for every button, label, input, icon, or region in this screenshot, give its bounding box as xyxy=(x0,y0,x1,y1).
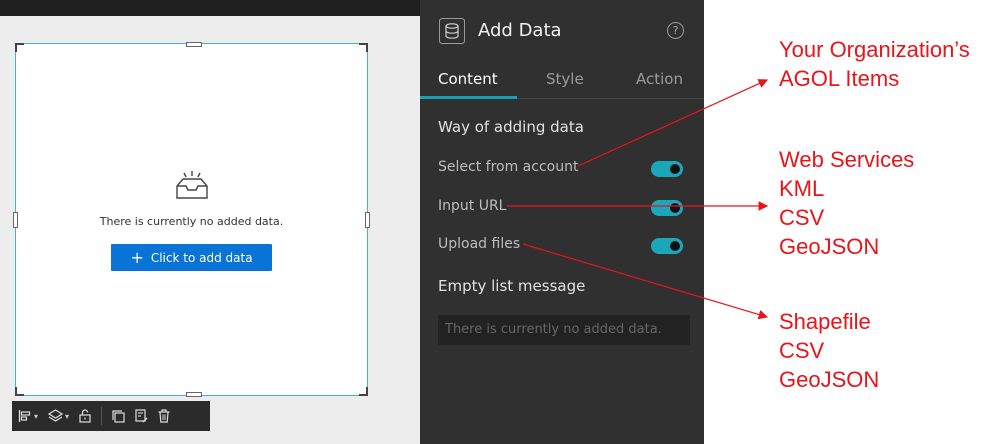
database-icon xyxy=(439,18,465,44)
annotation-line: KML xyxy=(779,176,825,201)
lock-icon xyxy=(79,409,91,423)
builder-canvas: There is currently no added data. + Clic… xyxy=(0,0,420,444)
toolbar-divider xyxy=(101,407,103,425)
active-tab-indicator xyxy=(420,96,517,99)
annotation-line: Web Services xyxy=(779,147,915,172)
duplicate-button[interactable] xyxy=(112,409,125,423)
toggle-select-from-account[interactable] xyxy=(651,161,683,177)
align-icon xyxy=(18,410,31,422)
chevron-down-icon: ▾ xyxy=(34,411,39,421)
corner-handle-bottom-right[interactable] xyxy=(359,387,368,396)
annotation-line: Your Organization’s xyxy=(779,37,970,62)
annotation-line: CSV xyxy=(779,205,825,230)
empty-inbox-icon xyxy=(176,171,208,199)
add-data-button-label: Click to add data xyxy=(150,250,253,265)
corner-handle-top-left[interactable] xyxy=(15,43,24,52)
corner-handle-top-right[interactable] xyxy=(359,43,368,52)
annotation-line: GeoJSON xyxy=(779,234,880,259)
annotation-url-types: Web Services KML CSV GeoJSON xyxy=(779,145,914,261)
settings-panel: Add Data ? Content Style Action Way of a… xyxy=(420,0,704,444)
widget-toolbar: ▾ ▾ xyxy=(12,401,210,431)
resize-handle-bottom[interactable] xyxy=(186,392,202,397)
annotation-line: GeoJSON xyxy=(779,367,880,392)
annotation-line: Shapefile xyxy=(779,309,871,334)
lock-button[interactable] xyxy=(79,409,91,423)
option-label-select-from-account: Select from account xyxy=(438,159,579,175)
panel-tabs: Content Style Action xyxy=(420,62,704,99)
empty-list-message-input[interactable]: There is currently no added data. xyxy=(438,315,690,345)
option-label-upload-files: Upload files xyxy=(438,236,521,252)
delete-button[interactable] xyxy=(158,409,170,423)
help-icon[interactable]: ? xyxy=(667,22,684,39)
click-to-add-data-button[interactable]: + Click to add data xyxy=(111,244,272,271)
tab-content[interactable]: Content xyxy=(438,70,498,88)
layers-icon xyxy=(48,409,64,422)
panel-title: Add Data xyxy=(478,20,562,41)
annotation-file-types: Shapefile CSV GeoJSON xyxy=(779,307,879,394)
toggle-upload-files[interactable] xyxy=(651,238,683,254)
resize-handle-top[interactable] xyxy=(186,42,202,47)
option-label-input-url: Input URL xyxy=(438,198,507,214)
annotation-line: AGOL Items xyxy=(779,66,900,91)
canvas-top-bar xyxy=(0,0,420,16)
panel-header: Add Data ? xyxy=(420,0,704,60)
delete-icon xyxy=(158,409,170,423)
plus-icon: + xyxy=(130,247,144,267)
section-way-of-adding-data: Way of adding data xyxy=(438,118,584,136)
annotation-line: CSV xyxy=(779,338,825,363)
annotation-account-items: Your Organization’s AGOL Items xyxy=(779,35,970,93)
copy-style-button[interactable] xyxy=(135,409,148,423)
layers-button[interactable]: ▾ xyxy=(48,409,69,423)
chevron-down-icon: ▾ xyxy=(65,411,70,421)
align-button[interactable]: ▾ xyxy=(18,409,38,423)
toggle-input-url[interactable] xyxy=(651,200,683,216)
corner-handle-bottom-left[interactable] xyxy=(15,387,24,396)
duplicate-icon xyxy=(112,409,125,423)
add-data-widget-frame[interactable]: There is currently no added data. + Clic… xyxy=(13,42,370,397)
copy-style-icon xyxy=(135,409,148,423)
empty-data-message: There is currently no added data. xyxy=(99,215,284,228)
tab-style[interactable]: Style xyxy=(546,70,584,88)
section-empty-list-message: Empty list message xyxy=(438,277,586,295)
tab-action[interactable]: Action xyxy=(636,70,683,88)
